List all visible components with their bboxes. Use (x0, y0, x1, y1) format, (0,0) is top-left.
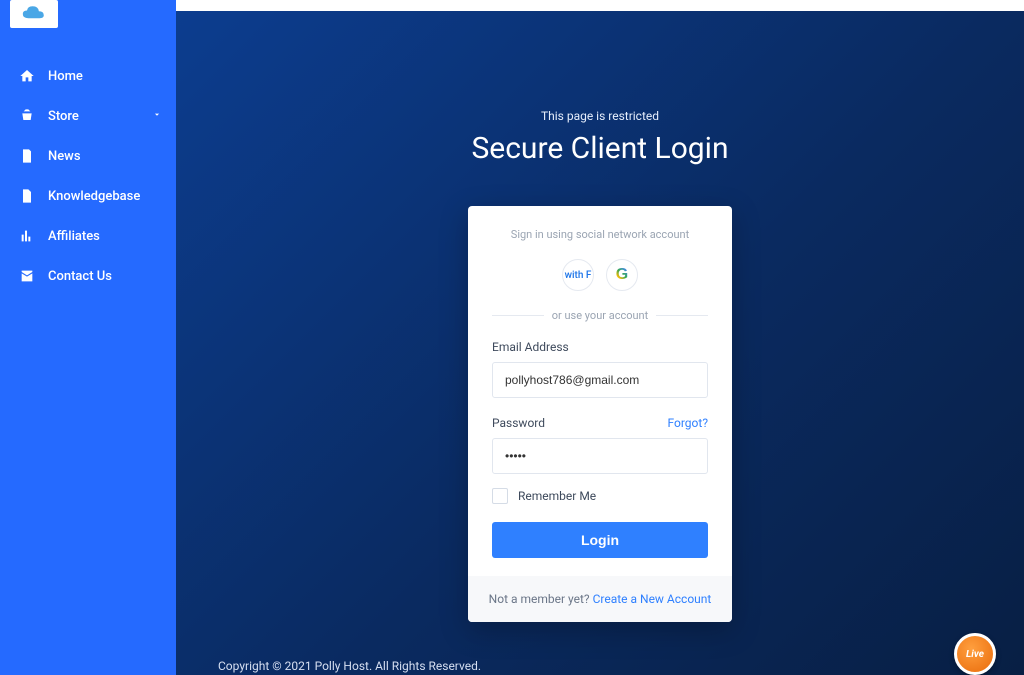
sidebar-item-label: Knowledgebase (48, 189, 140, 204)
page-restricted-text: This page is restricted (541, 109, 659, 123)
login-card-footer: Not a member yet? Create a New Account (468, 576, 732, 622)
sidebar-item-news[interactable]: News (0, 136, 176, 176)
login-divider: or use your account (492, 309, 708, 322)
sidebar-nav: Home Store News Knowledgebase (0, 36, 176, 296)
remember-row: Remember Me (492, 488, 708, 504)
document-icon (18, 148, 36, 164)
not-member-text: Not a member yet? (489, 592, 593, 606)
password-input[interactable] (492, 438, 708, 474)
chevron-down-icon (152, 109, 162, 124)
main: This page is restricted Secure Client Lo… (176, 0, 1024, 675)
sidebar-item-contact[interactable]: Contact Us (0, 256, 176, 296)
create-account-link[interactable]: Create a New Account (593, 592, 712, 606)
sidebar: Home Store News Knowledgebase (0, 0, 176, 675)
topbar (176, 0, 1024, 11)
divider-text: or use your account (552, 309, 648, 322)
login-card-body: Sign in using social network account wit… (468, 206, 732, 576)
facebook-login-button[interactable]: with F (562, 259, 594, 291)
sidebar-item-label: Home (48, 69, 83, 84)
mail-icon (18, 268, 36, 284)
sidebar-item-label: Affiliates (48, 229, 100, 244)
google-icon: G (616, 266, 628, 284)
sidebar-item-label: Store (48, 109, 79, 124)
facebook-text-fragment: with F (565, 270, 592, 281)
divider-line (492, 315, 544, 316)
chart-icon (18, 228, 36, 244)
sidebar-item-store[interactable]: Store (0, 96, 176, 136)
password-label-row: Password Forgot? (492, 416, 708, 430)
sidebar-item-affiliates[interactable]: Affiliates (0, 216, 176, 256)
logo-wrap (0, 0, 176, 36)
sidebar-item-label: News (48, 149, 81, 164)
live-chat-button[interactable]: Live (954, 643, 1002, 675)
login-card: Sign in using social network account wit… (468, 206, 732, 622)
footer-copyright: Copyright © 2021 Polly Host. All Rights … (176, 659, 1024, 675)
divider-line (656, 315, 708, 316)
password-label: Password (492, 416, 545, 430)
home-icon (18, 68, 36, 84)
sidebar-item-label: Contact Us (48, 269, 112, 284)
email-input[interactable] (492, 362, 708, 398)
logo[interactable] (10, 0, 58, 28)
page-title: Secure Client Login (471, 131, 728, 166)
login-button[interactable]: Login (492, 522, 708, 558)
google-login-button[interactable]: G (606, 259, 638, 291)
live-chat-icon: Live (954, 633, 996, 675)
remember-checkbox[interactable] (492, 488, 508, 504)
social-signin-title: Sign in using social network account (492, 228, 708, 241)
email-label: Email Address (492, 340, 708, 354)
sidebar-item-home[interactable]: Home (0, 56, 176, 96)
remember-label: Remember Me (518, 489, 596, 503)
cloud-logo-icon (20, 3, 48, 25)
sidebar-item-knowledgebase[interactable]: Knowledgebase (0, 176, 176, 216)
social-signin-row: with F G (492, 259, 708, 291)
content: This page is restricted Secure Client Lo… (176, 11, 1024, 675)
forgot-password-link[interactable]: Forgot? (668, 416, 709, 430)
basket-icon (18, 108, 36, 124)
file-icon (18, 188, 36, 204)
